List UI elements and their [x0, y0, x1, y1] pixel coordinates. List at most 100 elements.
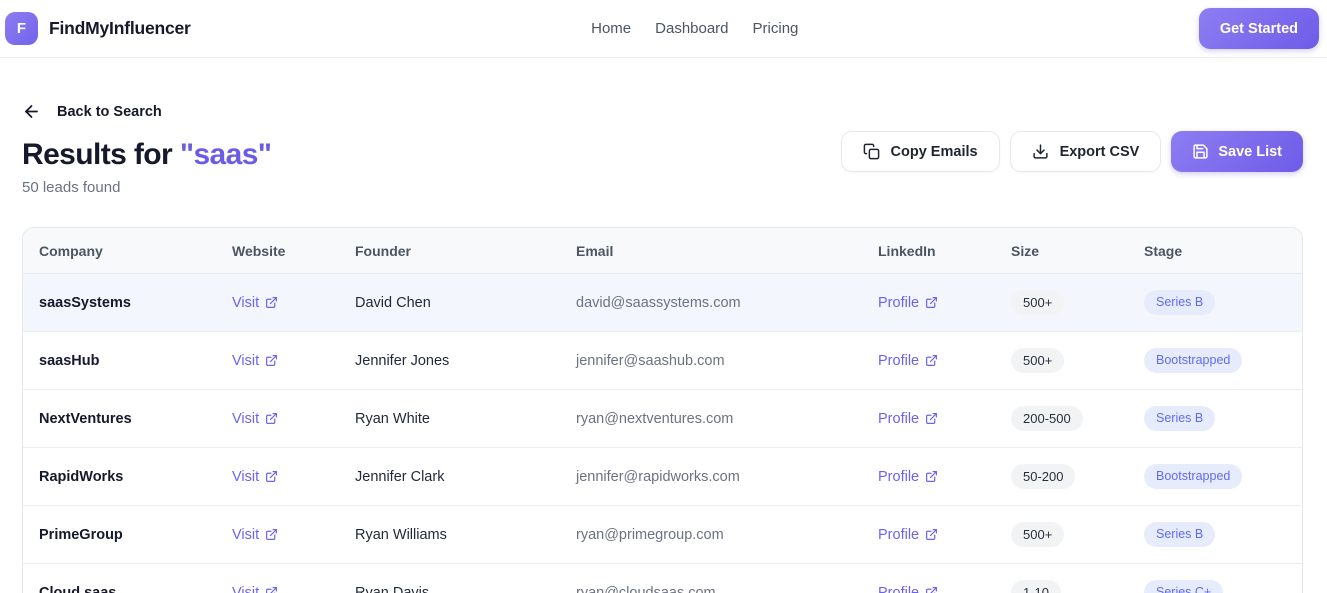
external-link-icon — [266, 587, 278, 593]
founder-name: David Chen — [355, 294, 431, 311]
website-link-label: Visit — [232, 468, 260, 485]
linkedin-link-label: Profile — [878, 410, 920, 427]
back-to-search-link[interactable]: Back to Search — [22, 102, 162, 121]
stage-badge: Bootstrapped — [1144, 464, 1243, 489]
get-started-label: Get Started — [1219, 20, 1299, 37]
external-link-icon — [266, 413, 278, 424]
linkedin-link[interactable]: Profile — [878, 527, 938, 543]
page-title-prefix: Results for — [22, 138, 180, 171]
email-text: ryan@primegroup.com — [576, 526, 724, 543]
column-header-founder: Founder — [339, 228, 560, 274]
table-row: saasSystems Visit David Chen david@saass… — [23, 273, 1302, 332]
stage-badge: Series B — [1144, 522, 1216, 547]
linkedin-link-label: Profile — [878, 294, 920, 311]
email-text: ryan@cloudsaas.com — [576, 584, 716, 593]
brand[interactable]: F FindMyInfluencer — [5, 12, 191, 45]
export-csv-label: Export CSV — [1059, 143, 1140, 160]
external-link-icon — [266, 355, 278, 366]
email-text: jennifer@rapidworks.com — [576, 468, 740, 485]
external-link-icon — [266, 529, 278, 540]
size-badge: 500+ — [1011, 348, 1065, 373]
column-header-website: Website — [216, 228, 339, 274]
size-badge: 500+ — [1011, 522, 1065, 547]
email-text: david@saassystems.com — [576, 294, 741, 311]
stage-badge: Series C+ — [1144, 580, 1224, 593]
linkedin-link[interactable]: Profile — [878, 411, 938, 427]
website-link-label: Visit — [232, 526, 260, 543]
brand-logo-icon: F — [5, 12, 38, 45]
leads-table-container: Company Website Founder Email LinkedIn S… — [22, 227, 1303, 593]
company-name: saasSystems — [39, 294, 131, 311]
column-header-size: Size — [995, 228, 1128, 274]
size-badge: 1-10 — [1011, 580, 1062, 593]
website-link[interactable]: Visit — [232, 585, 278, 593]
linkedin-link[interactable]: Profile — [878, 295, 938, 311]
website-link-label: Visit — [232, 410, 260, 427]
stage-badge: Series B — [1144, 406, 1216, 431]
page-title: Results for "saas" — [22, 138, 272, 172]
leads-table-body: saasSystems Visit David Chen david@saass… — [23, 273, 1302, 593]
brand-logo-letter: F — [16, 20, 27, 37]
results-heading-block: Results for "saas" 50 leads found — [22, 138, 272, 196]
column-header-company: Company — [23, 228, 216, 274]
page-title-query: "saas" — [179, 138, 272, 171]
linkedin-link-label: Profile — [878, 584, 920, 593]
external-link-icon — [266, 471, 278, 482]
nav-item-pricing[interactable]: Pricing — [753, 20, 799, 37]
stage-badge: Bootstrapped — [1144, 348, 1243, 373]
page-content: Back to Search Results for "saas" 50 lea… — [0, 58, 1327, 593]
website-link-label: Visit — [232, 352, 260, 369]
founder-name: Jennifer Clark — [355, 468, 445, 485]
get-started-button[interactable]: Get Started — [1198, 8, 1320, 49]
external-link-icon — [926, 587, 938, 593]
nav-item-home[interactable]: Home — [591, 20, 631, 37]
leads-table-head: Company Website Founder Email LinkedIn S… — [23, 228, 1302, 274]
company-name: saasHub — [39, 352, 100, 369]
nav-item-dashboard[interactable]: Dashboard — [655, 20, 728, 37]
founder-name: Jennifer Jones — [355, 352, 450, 369]
table-row: saasHub Visit Jennifer Jones jennifer@sa… — [23, 331, 1302, 390]
size-badge: 50-200 — [1011, 464, 1076, 489]
table-row: RapidWorks Visit Jennifer Clark jennifer… — [23, 447, 1302, 506]
brand-name: FindMyInfluencer — [49, 18, 191, 38]
export-csv-button[interactable]: Export CSV — [1009, 131, 1162, 172]
arrow-left-icon — [25, 105, 38, 118]
external-link-icon — [926, 413, 938, 424]
nav-links: Home Dashboard Pricing — [591, 20, 798, 37]
website-link[interactable]: Visit — [232, 353, 278, 369]
founder-name: Ryan Williams — [355, 526, 447, 543]
column-header-linkedin: LinkedIn — [862, 228, 995, 274]
company-name: PrimeGroup — [39, 526, 123, 543]
table-row: PrimeGroup Visit Ryan Williams ryan@prim… — [23, 505, 1302, 564]
founder-name: Ryan Davis — [355, 584, 430, 593]
size-badge: 500+ — [1011, 290, 1065, 315]
website-link-label: Visit — [232, 584, 260, 593]
website-link[interactable]: Visit — [232, 295, 278, 311]
founder-name: Ryan White — [355, 410, 430, 427]
email-text: ryan@nextventures.com — [576, 410, 734, 427]
website-link[interactable]: Visit — [232, 527, 278, 543]
linkedin-link[interactable]: Profile — [878, 469, 938, 485]
external-link-icon — [926, 529, 938, 540]
external-link-icon — [926, 355, 938, 366]
copy-emails-label: Copy Emails — [890, 143, 978, 160]
website-link[interactable]: Visit — [232, 469, 278, 485]
linkedin-link-label: Profile — [878, 352, 920, 369]
company-name: NextVentures — [39, 410, 132, 427]
table-row: NextVentures Visit Ryan White ryan@nextv… — [23, 389, 1302, 448]
size-badge: 200-500 — [1011, 406, 1083, 431]
linkedin-link[interactable]: Profile — [878, 585, 938, 593]
download-icon — [1032, 144, 1048, 159]
save-list-label: Save List — [1218, 143, 1282, 160]
website-link[interactable]: Visit — [232, 411, 278, 427]
back-to-search-label: Back to Search — [57, 103, 162, 120]
stage-badge: Series B — [1144, 290, 1216, 315]
website-link-label: Visit — [232, 294, 260, 311]
copy-emails-button[interactable]: Copy Emails — [840, 131, 1000, 172]
linkedin-link-label: Profile — [878, 468, 920, 485]
leads-count-text: 50 leads found — [22, 179, 121, 196]
save-list-button[interactable]: Save List — [1171, 131, 1303, 172]
results-header-row: Results for "saas" 50 leads found Copy E… — [22, 131, 1303, 196]
copy-icon — [863, 143, 879, 160]
linkedin-link[interactable]: Profile — [878, 353, 938, 369]
